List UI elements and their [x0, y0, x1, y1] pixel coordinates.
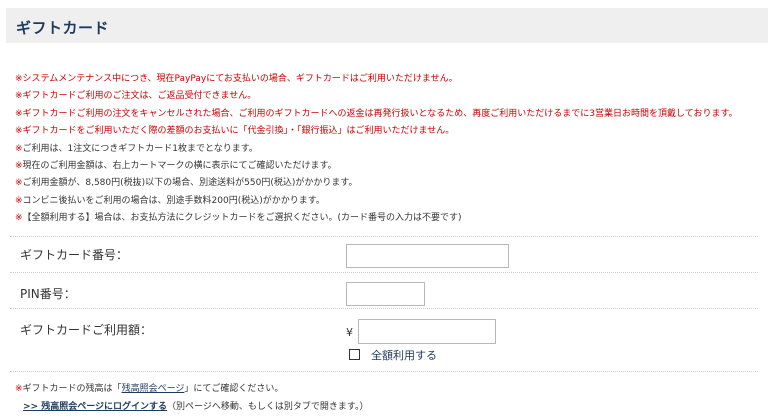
card-number-input[interactable]: [346, 244, 509, 268]
divider: [10, 371, 758, 372]
card-number-row: ギフトカード番号：: [10, 236, 758, 273]
use-full-amount-checkbox[interactable]: [349, 349, 360, 360]
notice-item: ※現在のご利用金額は、右上カートマークの横に表示にてご確認いただけます。: [15, 160, 337, 171]
notice-item: ※ギフトカードご利用の注文をキャンセルされた場合、ご利用のギフトカードへの返金は…: [15, 108, 738, 119]
amount-label: ギフトカードご利用額：: [20, 323, 153, 337]
balance-note: ※ギフトカードの残高は「残高照会ページ」にてご確認ください。: [15, 384, 284, 394]
notice-item: ※コンビニ後払いをご利用の場合は、別途手数料200円(税込)がかかります。: [15, 195, 325, 206]
login-line: >> 残高照会ページにログインする（別ページへ移動、もしくは別タブで開きます。）: [23, 399, 368, 412]
notice-item: ※【全額利用する】場合は、お支払方法にクレジットカードをご選択ください。(カード…: [15, 213, 462, 224]
page-title: ギフトカード: [16, 19, 110, 37]
login-note: （別ページへ移動、もしくは別タブで開きます。）: [167, 402, 369, 412]
notice-list: ※システムメンテナンス中につき、現在PayPayにてお支払いの場合、ギフトカード…: [15, 71, 738, 228]
use-full-amount-label[interactable]: 全額利用する: [371, 347, 437, 363]
amount-input[interactable]: [358, 319, 496, 344]
pin-input[interactable]: [346, 282, 425, 306]
balance-login-link[interactable]: >> 残高照会ページにログインする: [23, 402, 167, 412]
notice-item: ※ギフトカードをご利用いただく際の差額のお支払いに「代金引換」・「銀行振込」はご…: [15, 126, 455, 137]
notice-item: ※システムメンテナンス中につき、現在PayPayにてお支払いの場合、ギフトカード…: [15, 74, 458, 84]
pin-label: PIN番号：: [20, 287, 76, 301]
balance-page-link[interactable]: 残高照会ページ: [122, 384, 185, 394]
notice-item: ※ご利用金額が、8,580円(税抜)以下の場合、別途送料が550円(税込)がかか…: [15, 178, 358, 189]
amount-row: ギフトカードご利用額： ¥ 全額利用する: [10, 308, 758, 371]
pin-row: PIN番号：: [10, 272, 758, 309]
yen-symbol: ¥: [346, 326, 353, 339]
notice-item: ※ご利用は、1注文につきギフトカード1枚までとなります。: [15, 143, 258, 154]
card-number-label: ギフトカード番号：: [20, 248, 129, 262]
section-header: ギフトカード: [6, 8, 768, 43]
notice-item: ※ギフトカードご利用のご注文は、ご返品受付できません。: [15, 91, 257, 102]
